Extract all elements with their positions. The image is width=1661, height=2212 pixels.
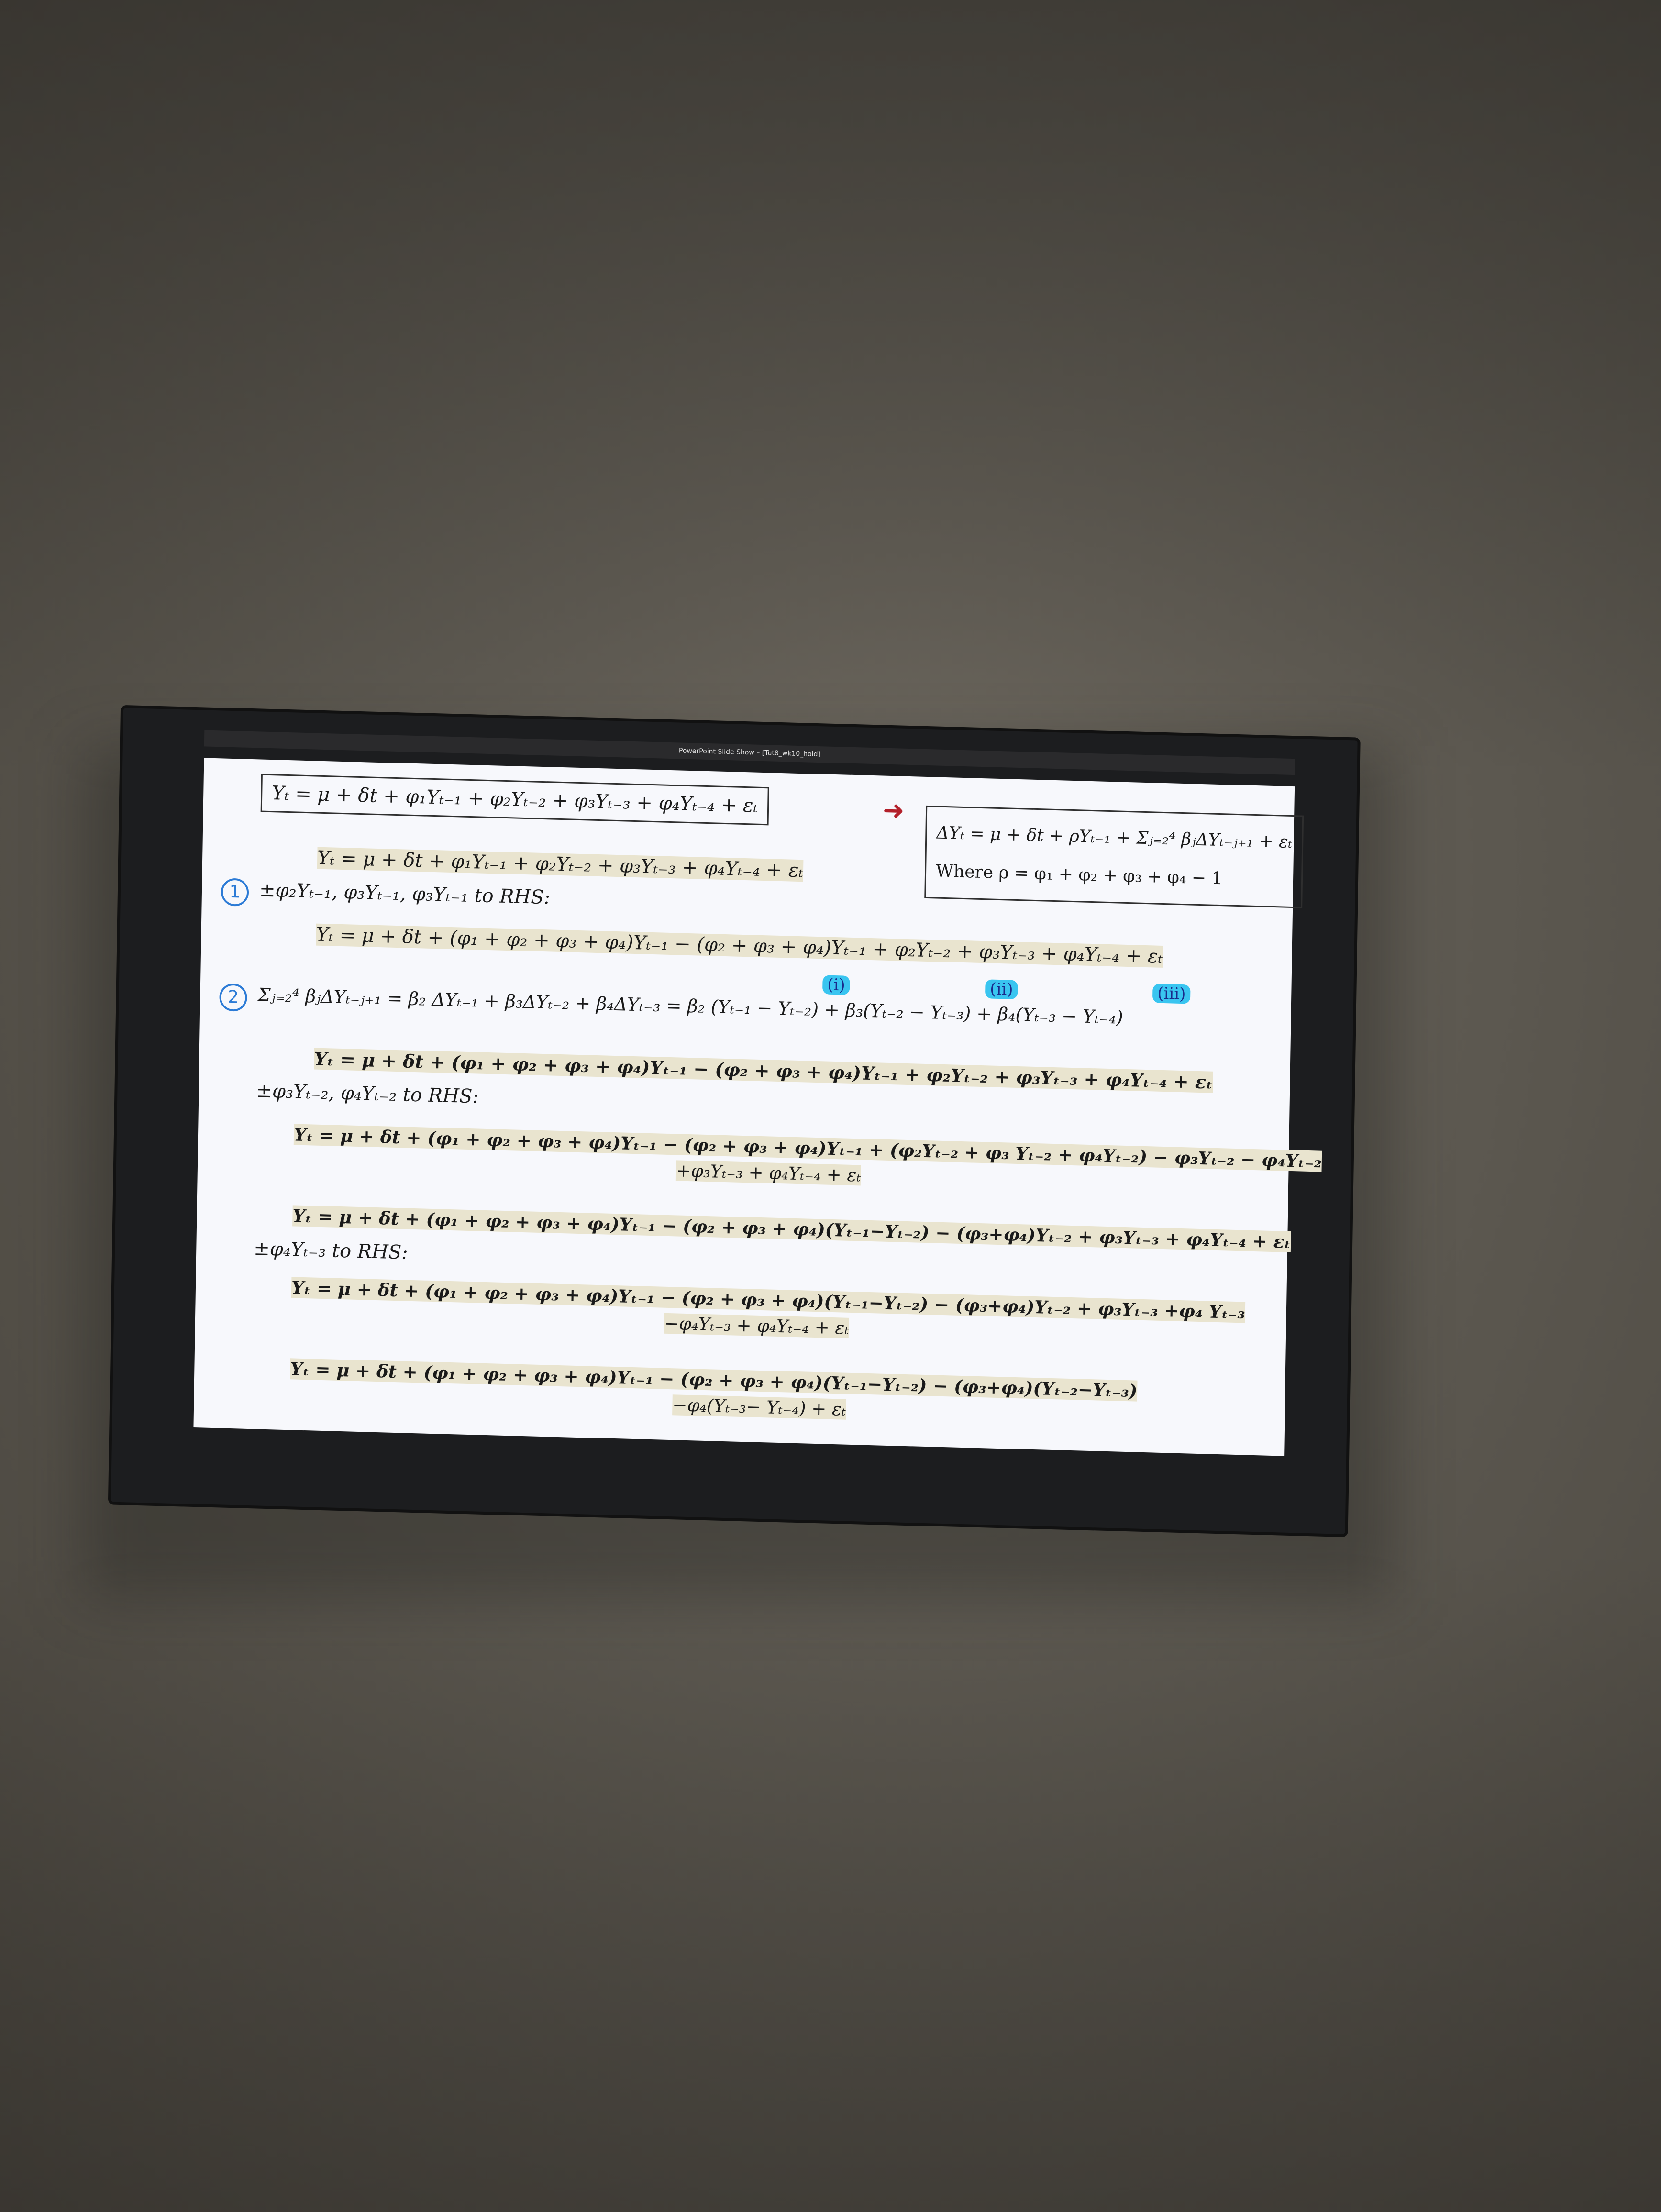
step-2-badge: 2: [219, 983, 248, 1012]
tag-i: (i): [822, 975, 851, 995]
equation-top-box: Yₜ = μ + δt + φ₁Yₜ₋₁ + φ₂Yₜ₋₂ + φ₃Yₜ₋₃ +…: [260, 774, 770, 826]
step-note-2: ±φ₃Yₜ₋₂, φ₄Yₜ₋₂ to RHS:: [256, 1080, 479, 1108]
slide: Yₜ = μ + δt + φ₁Yₜ₋₁ + φ₂Yₜ₋₂ + φ₃Yₜ₋₃ +…: [193, 758, 1322, 1456]
tag-iii: (iii): [1152, 984, 1191, 1004]
eq-line-5: Yₜ = μ + δt + (φ₁ + φ₂ + φ₃ + φ₄)Yₜ₋₁ − …: [292, 1205, 1291, 1253]
eq-line-1: Yₜ = μ + δt + φ₁Yₜ₋₁ + φ₂Yₜ₋₂ + φ₃Yₜ₋₃ +…: [317, 847, 804, 882]
eq-line-7b: −φ₄(Yₜ₋₃− Yₜ₋₄) + εₜ: [672, 1394, 846, 1420]
eq-line-2: Yₜ = μ + δt + (φ₁ + φ₂ + φ₃ + φ₄)Yₜ₋₁ − …: [316, 923, 1163, 968]
eq-line-4b: +φ₃Yₜ₋₃ + φ₄Yₜ₋₄ + εₜ: [675, 1160, 861, 1186]
tv-monitor: PowerPoint Slide Show – [Tut8_wk10_hold]…: [111, 708, 1358, 1535]
arrow-icon: ➜: [882, 795, 905, 826]
eq-line-6b: −φ₄Yₜ₋₃ + φ₄Yₜ₋₄ + εₜ: [664, 1313, 849, 1338]
tag-ii: (ii): [985, 979, 1018, 1000]
step-1-note: ±φ₂Yₜ₋₁, φ₃Yₜ₋₁, φ₃Yₜ₋₁ to RHS:: [259, 879, 551, 909]
step-1-badge: 1: [221, 878, 249, 907]
step-note-3: ±φ₄Yₜ₋₃ to RHS:: [253, 1238, 409, 1264]
eq-line-7: Yₜ = μ + δt + (φ₁ + φ₂ + φ₃ + φ₄)Yₜ₋₁ − …: [290, 1358, 1138, 1402]
result-box: ΔYₜ = μ + δt + ρYₜ₋₁ + Σⱼ₌₂⁴ βⱼΔYₜ₋ⱼ₊₁ +…: [924, 805, 1304, 908]
